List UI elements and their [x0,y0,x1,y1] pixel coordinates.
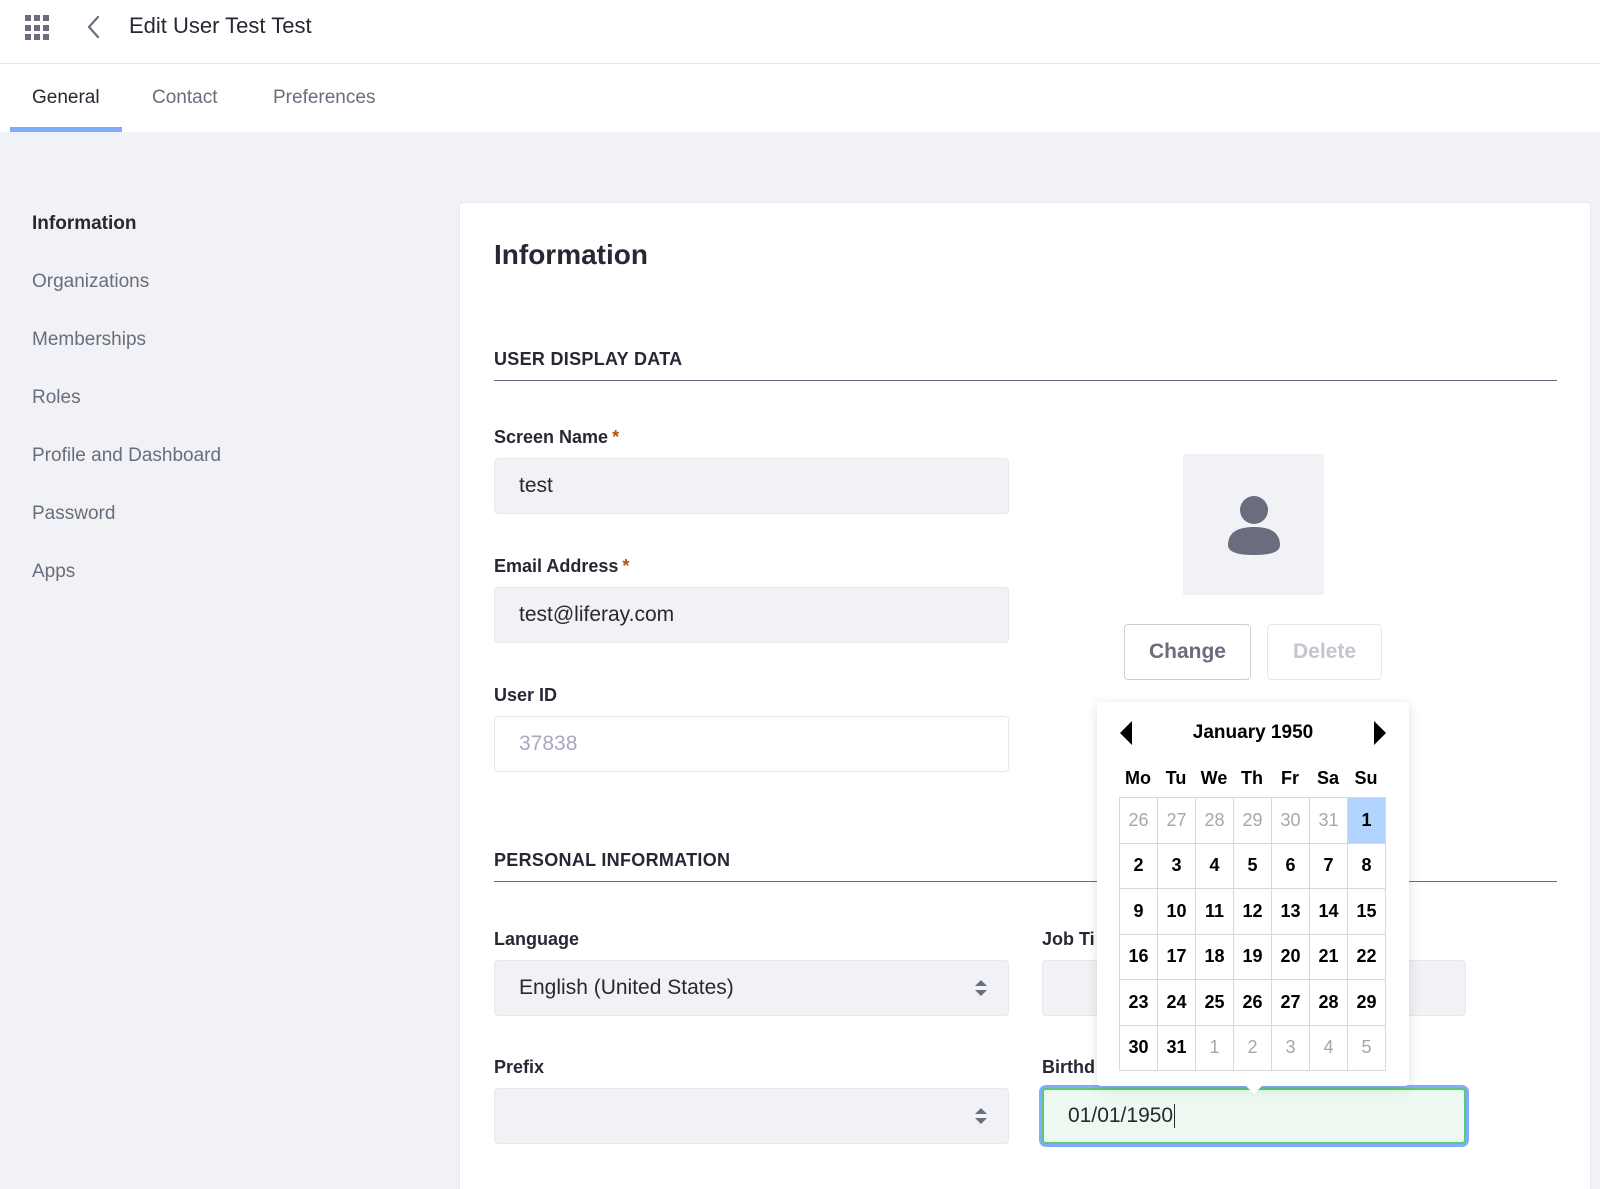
date-cell[interactable]: 16 [1120,934,1158,980]
sidebar-item-profile-dashboard[interactable]: Profile and Dashboard [32,445,221,503]
sidebar-item-information[interactable]: Information [32,213,221,271]
user-avatar [1183,454,1324,595]
page-title: Edit User Test Test [129,13,312,38]
top-bar: Edit User Test Test [0,0,1600,64]
text-cursor [1174,1104,1176,1129]
side-navigation: Information Organizations Memberships Ro… [32,213,221,619]
language-select[interactable]: English (United States) [494,960,1009,1016]
user-id-field: 37838 [494,716,1009,772]
prefix-select[interactable] [494,1088,1009,1144]
date-picker-popover: January 1950 Mo Tu We Th Fr Sa Su 26 27 28… [1097,702,1409,1094]
date-cell[interactable]: 3 [1158,843,1196,889]
date-cell[interactable]: 5 [1234,843,1272,889]
date-cell[interactable]: 2 [1120,843,1158,889]
date-cell[interactable]: 20 [1272,934,1310,980]
date-cell[interactable]: 26 [1234,980,1272,1026]
date-cell[interactable]: 31 [1158,1025,1196,1071]
user-icon [1227,495,1280,555]
date-cell[interactable]: 31 [1310,798,1348,844]
job-title-label: Job Ti [1042,929,1095,949]
chevron-left-icon[interactable] [84,14,104,40]
date-cell[interactable]: 27 [1158,798,1196,844]
weekday-label: Th [1241,768,1263,788]
date-cell[interactable]: 15 [1348,889,1386,935]
date-cell[interactable]: 7 [1310,843,1348,889]
date-cell[interactable]: 6 [1272,843,1310,889]
date-cell[interactable]: 3 [1272,1025,1310,1071]
tab-bar: General Contact Preferences [0,64,1600,132]
date-cell[interactable]: 30 [1120,1025,1158,1071]
date-cell[interactable]: 19 [1234,934,1272,980]
date-cell[interactable]: 9 [1120,889,1158,935]
weekday-label: Mo [1125,768,1151,788]
date-cell[interactable]: 27 [1272,980,1310,1026]
date-picker-weekdays: Mo Tu We Th Fr Sa Su [1119,768,1385,792]
section-user-display-data: USER DISPLAY DATA [494,349,1557,381]
weekday-label: Sa [1316,768,1340,788]
sidebar-item-password[interactable]: Password [32,503,221,561]
screen-name-label: Screen Name * [494,427,620,447]
date-cell[interactable]: 11 [1196,889,1234,935]
date-cell[interactable]: 21 [1310,934,1348,980]
date-cell[interactable]: 22 [1348,934,1386,980]
apps-grid-icon[interactable] [25,15,51,41]
date-picker-grid: 26 27 28 29 30 31 1 2 3 4 5 6 7 8 9 10 11 12 13 14 15 16 17 18 1… [1119,797,1386,1071]
date-picker-month: January 1950 [1192,722,1314,743]
user-id-label: User ID [494,685,558,705]
weekday-label: Fr [1281,768,1299,788]
caret-right-icon[interactable] [1373,720,1387,746]
weekday-label: Tu [1165,768,1187,788]
weekday-label: Su [1354,768,1378,788]
date-cell[interactable]: 29 [1234,798,1272,844]
language-label: Language [494,929,580,949]
date-cell[interactable]: 5 [1348,1025,1386,1071]
tab-general[interactable]: General [10,64,122,132]
select-arrows-icon [975,1108,987,1124]
date-cell[interactable]: 17 [1158,934,1196,980]
date-cell[interactable]: 30 [1272,798,1310,844]
date-cell[interactable]: 1 [1196,1025,1234,1071]
birthday-label: Birthd [1042,1057,1095,1077]
information-panel: Information USER DISPLAY DATA Screen Nam… [459,202,1591,1189]
select-arrows-icon [975,980,987,996]
date-cell[interactable]: 25 [1196,980,1234,1026]
sidebar-item-memberships[interactable]: Memberships [32,329,221,387]
tab-preferences[interactable]: Preferences [251,64,397,132]
screen-name-input[interactable]: test [494,458,1009,514]
date-cell[interactable]: 26 [1120,798,1158,844]
prefix-label: Prefix [494,1057,545,1077]
birthday-input[interactable]: 01/01/1950 [1042,1088,1466,1144]
date-cell[interactable]: 8 [1348,843,1386,889]
date-cell[interactable]: 4 [1310,1025,1348,1071]
delete-avatar-button[interactable]: Delete [1267,624,1382,680]
date-cell[interactable]: 10 [1158,889,1196,935]
sidebar-item-roles[interactable]: Roles [32,387,221,445]
email-address-label: Email Address * [494,556,630,576]
date-cell[interactable]: 29 [1348,980,1386,1026]
date-cell[interactable]: 4 [1196,843,1234,889]
date-cell[interactable]: 18 [1196,934,1234,980]
date-cell[interactable]: 28 [1196,798,1234,844]
date-cell[interactable]: 12 [1234,889,1272,935]
date-cell[interactable]: 23 [1120,980,1158,1026]
sidebar-item-apps[interactable]: Apps [32,561,221,619]
date-cell[interactable]: 14 [1310,889,1348,935]
tab-contact[interactable]: Contact [130,64,239,132]
date-cell-selected[interactable]: 1 [1348,798,1386,844]
date-cell[interactable]: 28 [1310,980,1348,1026]
weekday-label: We [1200,768,1228,788]
sidebar-item-organizations[interactable]: Organizations [32,271,221,329]
date-cell[interactable]: 2 [1234,1025,1272,1071]
change-avatar-button[interactable]: Change [1124,624,1251,680]
date-cell[interactable]: 24 [1158,980,1196,1026]
date-cell[interactable]: 13 [1272,889,1310,935]
panel-title: Information [494,239,648,270]
email-address-input[interactable]: test@liferay.com [494,587,1009,643]
required-marker: * [612,427,620,447]
required-marker: * [622,556,630,576]
